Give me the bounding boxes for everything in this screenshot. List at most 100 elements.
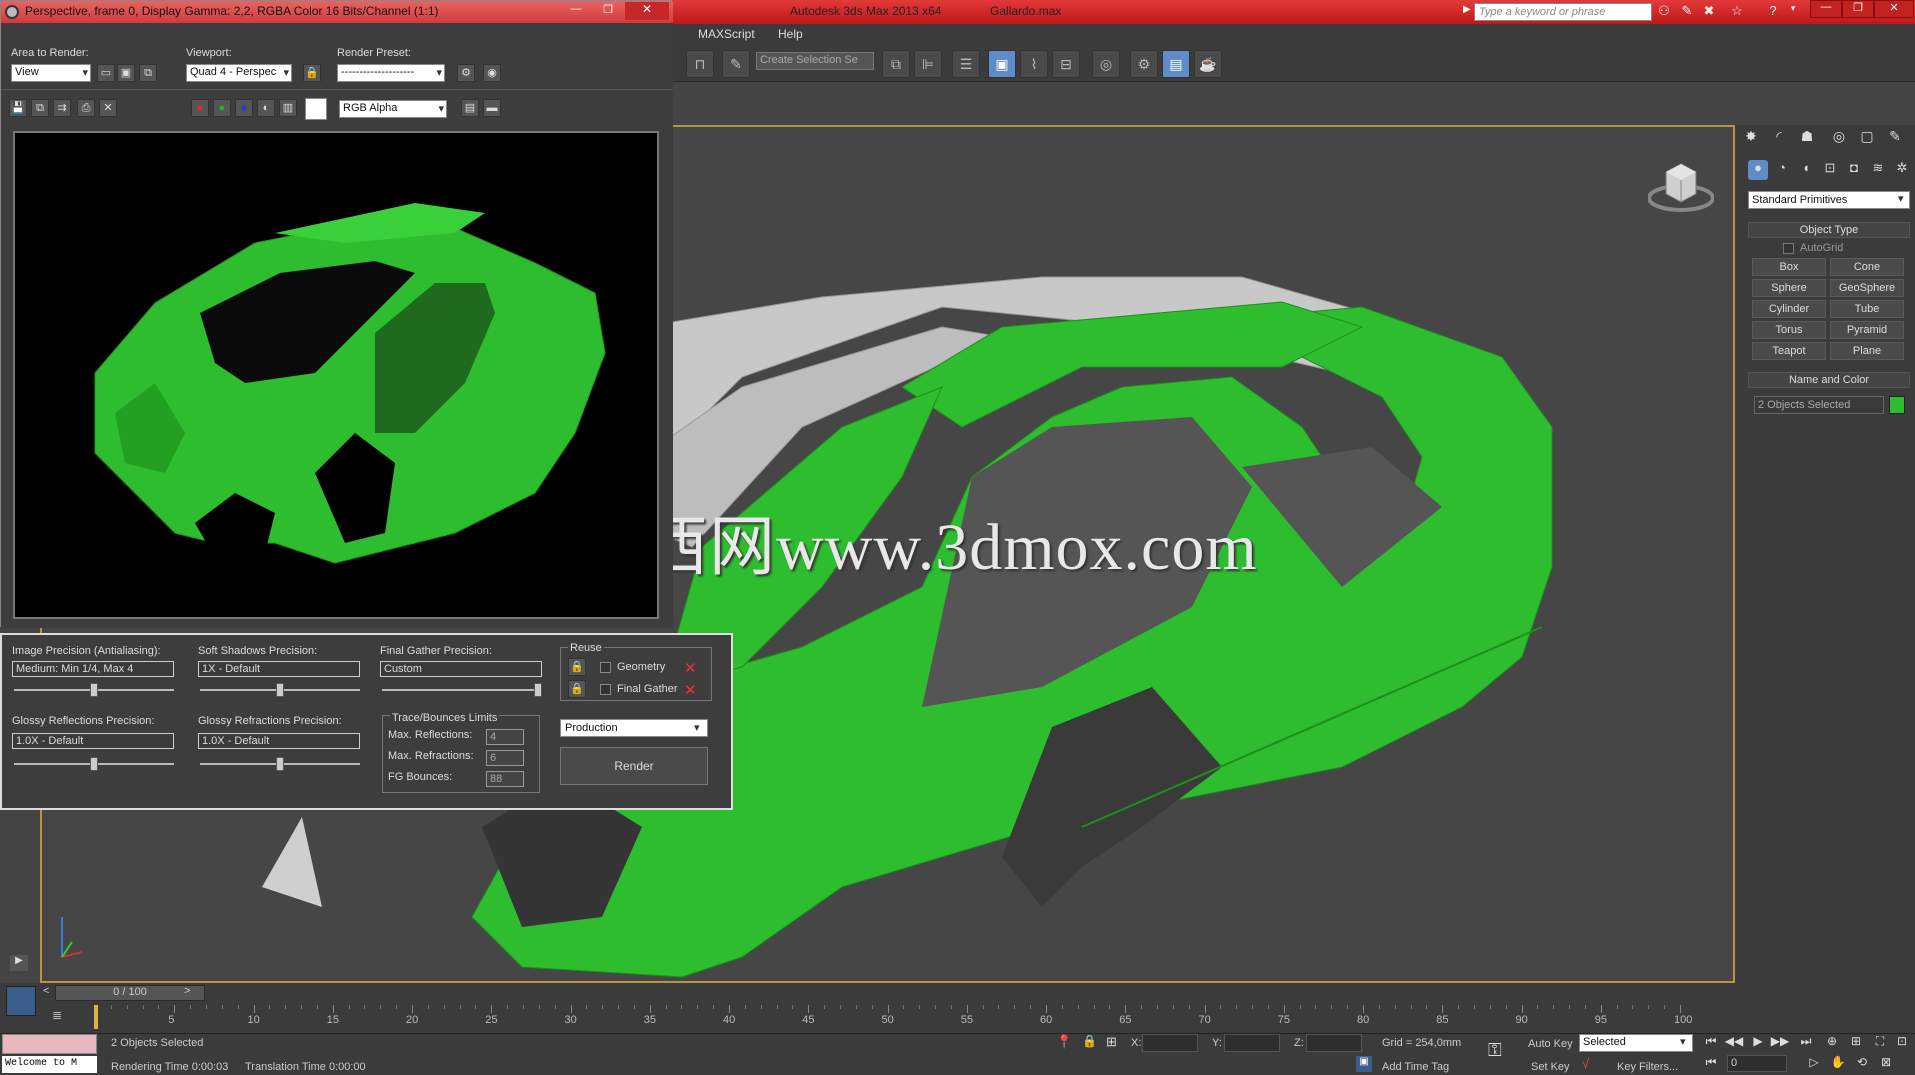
render-production-icon[interactable]: ☕ — [1194, 50, 1222, 78]
glossy-refractions-slider[interactable] — [200, 757, 360, 771]
render-preset-dropdown[interactable]: -------------------- — [337, 64, 445, 82]
slider-thumb[interactable] — [534, 683, 542, 697]
orbit-icon[interactable]: ⟲ — [1852, 1055, 1872, 1073]
display-tab-icon[interactable]: ▢ — [1856, 128, 1878, 150]
selection-set-dropdown[interactable]: Create Selection Se — [756, 52, 874, 70]
pyramid-button[interactable]: Pyramid — [1830, 321, 1904, 339]
max-reflections-spinner[interactable]: 4 — [486, 729, 524, 745]
slider-thumb[interactable] — [90, 757, 98, 771]
time-tag-icon[interactable]: ▣ — [1356, 1056, 1372, 1072]
lights-icon[interactable]: ◖ — [1796, 160, 1816, 180]
menu-help[interactable]: Help — [778, 27, 803, 41]
absolute-mode-icon[interactable]: ⊞ — [1106, 1034, 1117, 1050]
tube-button[interactable]: Tube — [1830, 300, 1904, 318]
layer-manager-icon[interactable]: ☰ — [952, 50, 980, 78]
torus-button[interactable]: Torus — [1752, 321, 1826, 339]
time-cursor[interactable] — [94, 1005, 98, 1029]
color-swatch[interactable] — [305, 98, 327, 120]
area-to-render-dropdown[interactable]: View — [11, 64, 91, 82]
create-tab-icon[interactable]: ✸ — [1740, 128, 1762, 150]
zoom-extents-all-icon[interactable]: ⊡ — [1892, 1034, 1912, 1052]
blue-channel-icon[interactable]: ● — [235, 99, 253, 117]
clear-final-gather-icon[interactable]: ✕ — [684, 681, 697, 699]
glossy-reflections-slider[interactable] — [14, 757, 174, 771]
plane-button[interactable]: Plane — [1830, 342, 1904, 360]
close-button[interactable]: ✕ — [1874, 0, 1914, 18]
edit-named-selection-icon[interactable]: ✎ — [722, 50, 750, 78]
clone-icon[interactable]: ⧉ — [31, 99, 49, 117]
snap-toggle-icon[interactable]: ⊓ — [686, 50, 714, 78]
slider-thumb[interactable] — [90, 683, 98, 697]
cylinder-button[interactable]: Cylinder — [1752, 300, 1826, 318]
render-setup-icon[interactable]: ⚙ — [1130, 50, 1158, 78]
timeslider-prev-icon[interactable]: < — [43, 985, 49, 997]
name-color-rollout[interactable]: Name and Color — [1748, 372, 1910, 388]
set-key-button[interactable]: Set Key — [1531, 1061, 1570, 1073]
glossy-refractions-field[interactable]: 1.0X - Default — [198, 733, 360, 749]
zoom-icon[interactable]: ⊕ — [1822, 1034, 1842, 1052]
print-icon[interactable]: ⎙ — [77, 99, 95, 117]
menu-maxscript[interactable]: MAXScript — [698, 27, 755, 41]
align-icon[interactable]: ⊫ — [914, 50, 942, 78]
auto-key-button[interactable]: Auto Key — [1528, 1038, 1573, 1050]
display-channel-dropdown[interactable]: RGB Alpha — [339, 100, 447, 118]
vfb-minimize-button[interactable]: — — [561, 3, 591, 19]
mini-curve-editor-icon[interactable] — [6, 986, 36, 1016]
object-type-rollout[interactable]: Object Type — [1748, 222, 1910, 238]
rendered-frame-window-icon[interactable]: ▤ — [1162, 50, 1190, 78]
maximize-viewport-icon[interactable]: ⊠ — [1876, 1055, 1896, 1073]
glossy-reflections-field[interactable]: 1.0X - Default — [12, 733, 174, 749]
search-input[interactable]: Type a keyword or phrase — [1474, 3, 1652, 21]
minimize-button[interactable]: — — [1810, 0, 1842, 18]
cameras-icon[interactable]: ⊡ — [1820, 160, 1840, 180]
copy-image-icon[interactable]: ⇉ — [53, 99, 71, 117]
mirror-icon[interactable]: ⧉ — [882, 50, 910, 78]
object-name-field[interactable]: 2 Objects Selected — [1754, 396, 1884, 414]
help-icon[interactable]: ? — [1764, 3, 1782, 21]
alpha-channel-icon[interactable]: ◐ — [257, 99, 275, 117]
ribbon-toggle-icon[interactable]: ▣ — [988, 50, 1016, 78]
geosphere-button[interactable]: GeoSphere — [1830, 279, 1904, 297]
utilities-tab-icon[interactable]: ✎ — [1884, 128, 1906, 150]
material-editor-icon[interactable]: ◎ — [1092, 50, 1120, 78]
tools-icon[interactable]: ✎ — [1678, 3, 1696, 21]
render-button[interactable]: Render — [560, 747, 708, 785]
add-time-tag[interactable]: Add Time Tag — [1382, 1061, 1449, 1073]
geometry-icon[interactable]: ● — [1748, 160, 1768, 180]
favorites-icon[interactable]: ☆ — [1728, 3, 1746, 21]
lock-geometry-icon[interactable]: 🔒 — [568, 658, 586, 676]
isolate-icon[interactable]: 📍 — [1056, 1034, 1072, 1050]
clear-geometry-icon[interactable]: ✕ — [684, 659, 697, 677]
teapot-button[interactable]: Teapot — [1752, 342, 1826, 360]
time-slider[interactable]: 0 / 100 — [55, 985, 205, 1001]
maximize-button[interactable]: ❐ — [1842, 0, 1874, 18]
toggle-ui-overlays-icon[interactable]: ▤ — [461, 99, 479, 117]
key-icon[interactable]: ⚿ — [1488, 1040, 1502, 1061]
auto-region-icon[interactable]: ▣ — [117, 64, 135, 82]
mono-icon[interactable]: ▥ — [279, 99, 297, 117]
save-image-icon[interactable]: 💾 — [9, 99, 27, 117]
current-frame-field[interactable]: 0 — [1727, 1055, 1787, 1072]
help-dropdown-icon[interactable]: ▾ — [1784, 3, 1802, 21]
subscription-icon[interactable]: ✖ — [1700, 3, 1718, 21]
search-arrow-icon[interactable]: ▶ — [1463, 4, 1471, 15]
render-mode-dropdown[interactable]: Production — [560, 719, 708, 737]
image-precision-field[interactable]: Medium: Min 1/4, Max 4 — [12, 661, 174, 677]
primitives-dropdown[interactable]: Standard Primitives — [1748, 191, 1910, 209]
final-gather-field[interactable]: Custom — [380, 661, 542, 677]
maxscript-listener[interactable] — [2, 1034, 97, 1054]
goto-start-icon[interactable]: ⏮ — [1701, 1034, 1721, 1052]
environment-icon[interactable]: ◉ — [483, 64, 501, 82]
slider-thumb[interactable] — [276, 757, 284, 771]
render-setup-icon[interactable]: ⚙ — [457, 64, 475, 82]
goto-end-icon[interactable]: ⏭ — [1796, 1034, 1816, 1052]
edit-region-icon[interactable]: ▭ — [97, 64, 115, 82]
box-button[interactable]: Box — [1752, 258, 1826, 276]
key-filters-button[interactable]: Key Filters... — [1617, 1061, 1678, 1073]
region-select-icon[interactable]: ⧉ — [139, 64, 157, 82]
next-frame-icon[interactable]: ▶▶ — [1770, 1034, 1790, 1052]
zoom-all-icon[interactable]: ⊞ — [1846, 1034, 1866, 1052]
soft-shadows-field[interactable]: 1X - Default — [198, 661, 360, 677]
key-mode-toggle-icon[interactable]: ⏮ — [1701, 1055, 1721, 1073]
soft-shadows-slider[interactable] — [200, 683, 360, 697]
